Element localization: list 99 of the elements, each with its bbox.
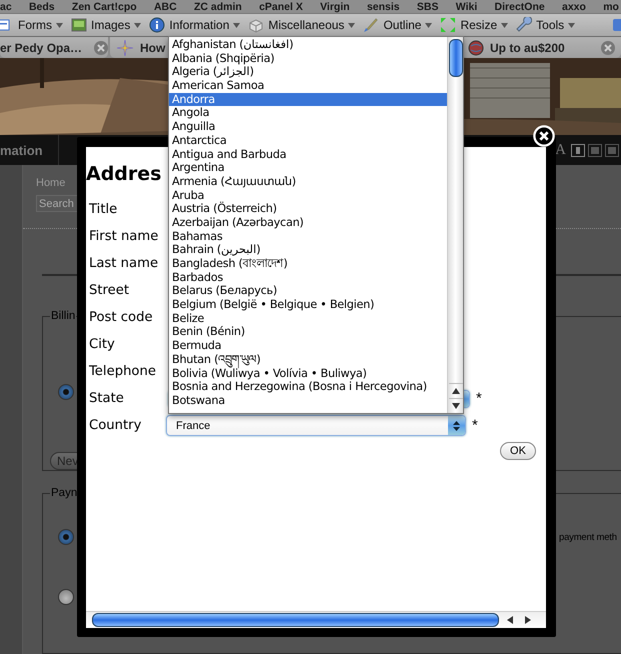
dropdown-option[interactable]: Angola <box>169 106 447 120</box>
column-layout-icon[interactable] <box>571 144 585 156</box>
dropdown-option[interactable]: Bermuda <box>169 339 447 353</box>
toolbar-menu[interactable]: Miscellaneous <box>268 18 344 32</box>
radio-button[interactable] <box>58 589 74 606</box>
dropdown-option[interactable]: Bolivia (Wuliwya • Volívia • Buliwya) <box>169 366 447 380</box>
dropdown-option[interactable]: Aruba <box>169 188 447 202</box>
ok-button[interactable]: OK <box>500 442 536 460</box>
dropdown-arrow-icon[interactable] <box>501 22 508 28</box>
field-label: Post code <box>89 310 154 325</box>
dropdown-arrow-icon[interactable] <box>233 22 240 28</box>
fieldset-legend: Billin <box>50 310 76 322</box>
dropdown-option[interactable]: Antarctica <box>169 134 447 148</box>
toolbar-menu[interactable]: Information <box>169 18 230 32</box>
required-mark: * <box>472 417 478 434</box>
bookmark-link[interactable]: ZC admin <box>194 0 242 12</box>
dropdown-option[interactable]: American Samoa <box>169 79 447 93</box>
toolbar-icon[interactable] <box>612 17 621 33</box>
field-label: Telephone <box>89 364 157 379</box>
close-icon[interactable] <box>533 125 555 147</box>
dropdown-option[interactable]: Belgium (België • Belgique • Belgien) <box>169 298 447 312</box>
field-label: Country <box>89 418 142 433</box>
square-layout-icon[interactable] <box>605 144 619 156</box>
bookmark-link[interactable]: Wiki <box>456 0 478 12</box>
tab-title: Up to au$200 <box>490 40 565 54</box>
dropdown-option[interactable]: Bahrain (البحرين) <box>169 243 447 257</box>
dropdown-arrow-icon[interactable] <box>348 22 356 28</box>
info-icon[interactable] <box>149 17 166 33</box>
text-size-button[interactable]: A <box>555 142 566 158</box>
dropdown-option[interactable]: Andorra <box>169 92 447 106</box>
field-label: Street <box>89 283 130 298</box>
toolbar-menu[interactable]: Images <box>91 18 130 32</box>
dropdown-option[interactable]: Bangladesh (বাংলাদেশ) <box>169 257 447 271</box>
radio-button[interactable] <box>58 384 74 400</box>
scroll-thumb[interactable] <box>92 613 499 627</box>
scroll-thumb[interactable] <box>448 39 462 77</box>
blocks-icon[interactable] <box>248 17 264 33</box>
tab-title: How <box>140 40 166 54</box>
sparkle-icon <box>116 38 134 56</box>
dropdown-option[interactable]: Algeria (الجزائر) <box>169 65 447 80</box>
form-icon[interactable] <box>0 17 10 33</box>
field-label: City <box>89 337 116 352</box>
bookmark-link[interactable]: ABC <box>154 0 177 12</box>
toolbar-menu[interactable]: Forms <box>18 18 52 32</box>
dropdown-option[interactable]: Armenia (Հայաստան) <box>169 174 447 189</box>
toolbar-menu[interactable]: Outline <box>383 18 422 32</box>
dropdown-option[interactable]: Albania (Shqipëria) <box>169 52 447 66</box>
dropdown-option[interactable]: Botswana <box>169 394 447 408</box>
dialog-title: Addres <box>86 162 162 186</box>
nav-link[interactable]: mation <box>0 142 43 158</box>
payment-text: payment meth <box>559 532 617 543</box>
bookmark-link[interactable]: mo <box>603 0 619 12</box>
wrench-icon[interactable] <box>516 17 532 33</box>
select-field[interactable]: France <box>166 415 466 436</box>
vertical-scrollbar[interactable] <box>447 37 463 413</box>
bookmark-link[interactable]: cPanel X <box>259 0 303 12</box>
dropdown-option[interactable]: Argentina <box>169 161 447 175</box>
bookmark-link[interactable]: Zen Cart!cpo <box>72 0 137 12</box>
dropdown-option[interactable]: Barbados <box>169 270 447 284</box>
globe-icon <box>468 40 484 56</box>
square-layout-icon[interactable] <box>588 144 602 156</box>
bookmark-link[interactable]: Beds <box>28 0 55 12</box>
dropdown-option[interactable]: Benin (Bénin) <box>169 325 447 340</box>
dropdown-option[interactable]: Bahamas <box>169 230 447 244</box>
fieldset-legend: Payn <box>50 487 78 500</box>
dropdown-option[interactable]: Azerbaijan (Azərbaycan) <box>169 216 447 230</box>
dropdown-option[interactable]: Belarus (Беларусь) <box>169 284 447 298</box>
dropdown-option[interactable]: Bhutan (འབྲུག་ཡུལ) <box>169 352 447 366</box>
bookmark-link[interactable]: ac <box>0 0 12 12</box>
dropdown-arrow-icon[interactable] <box>425 22 432 28</box>
dropdown-option[interactable]: Bosnia and Herzegowina (Bosna i Hercegovina) <box>169 380 447 394</box>
dropdown-arrow-icon[interactable] <box>568 22 576 28</box>
radio-button[interactable] <box>58 529 74 546</box>
dropdown-option[interactable]: Antigua and Barbuda <box>169 148 447 162</box>
bookmark-link[interactable]: Virgin <box>320 0 350 12</box>
tab-title: er Pedy Opa… <box>0 40 82 54</box>
dropdown-arrow-icon[interactable] <box>134 22 142 28</box>
up-down-arrows-icon <box>453 420 460 430</box>
bookmark-link[interactable]: axxo <box>562 0 586 12</box>
bookmark-link[interactable]: DirectOne <box>494 0 545 12</box>
image-icon[interactable] <box>71 17 87 33</box>
dropdown-arrow-icon[interactable] <box>56 22 63 28</box>
dropdown-option[interactable]: Afghanistan (افغانستان) <box>169 38 447 52</box>
dropdown-option[interactable]: Belize <box>169 312 447 326</box>
field-label: First name <box>89 229 160 244</box>
bookmark-link[interactable]: sensis <box>366 0 400 12</box>
brush-icon[interactable] <box>363 17 380 33</box>
field-label: Title <box>89 202 118 217</box>
dropdown-option[interactable]: Anguilla <box>169 120 447 134</box>
toolbar-menu[interactable]: Resize <box>460 18 498 32</box>
field-label: Last name <box>89 256 160 271</box>
toolbar-menu[interactable]: Tools <box>536 18 564 32</box>
browser-tab[interactable]: Up to au$200 <box>462 37 621 58</box>
bookmark-link[interactable]: SBS <box>416 0 438 12</box>
dropdown-option[interactable]: Austria (Österreich) <box>169 202 447 216</box>
horizontal-scrollbar[interactable] <box>86 611 546 628</box>
field-label: State <box>89 391 125 406</box>
required-mark: * <box>476 390 482 407</box>
browser-tab[interactable]: er Pedy Opa… <box>0 37 108 58</box>
